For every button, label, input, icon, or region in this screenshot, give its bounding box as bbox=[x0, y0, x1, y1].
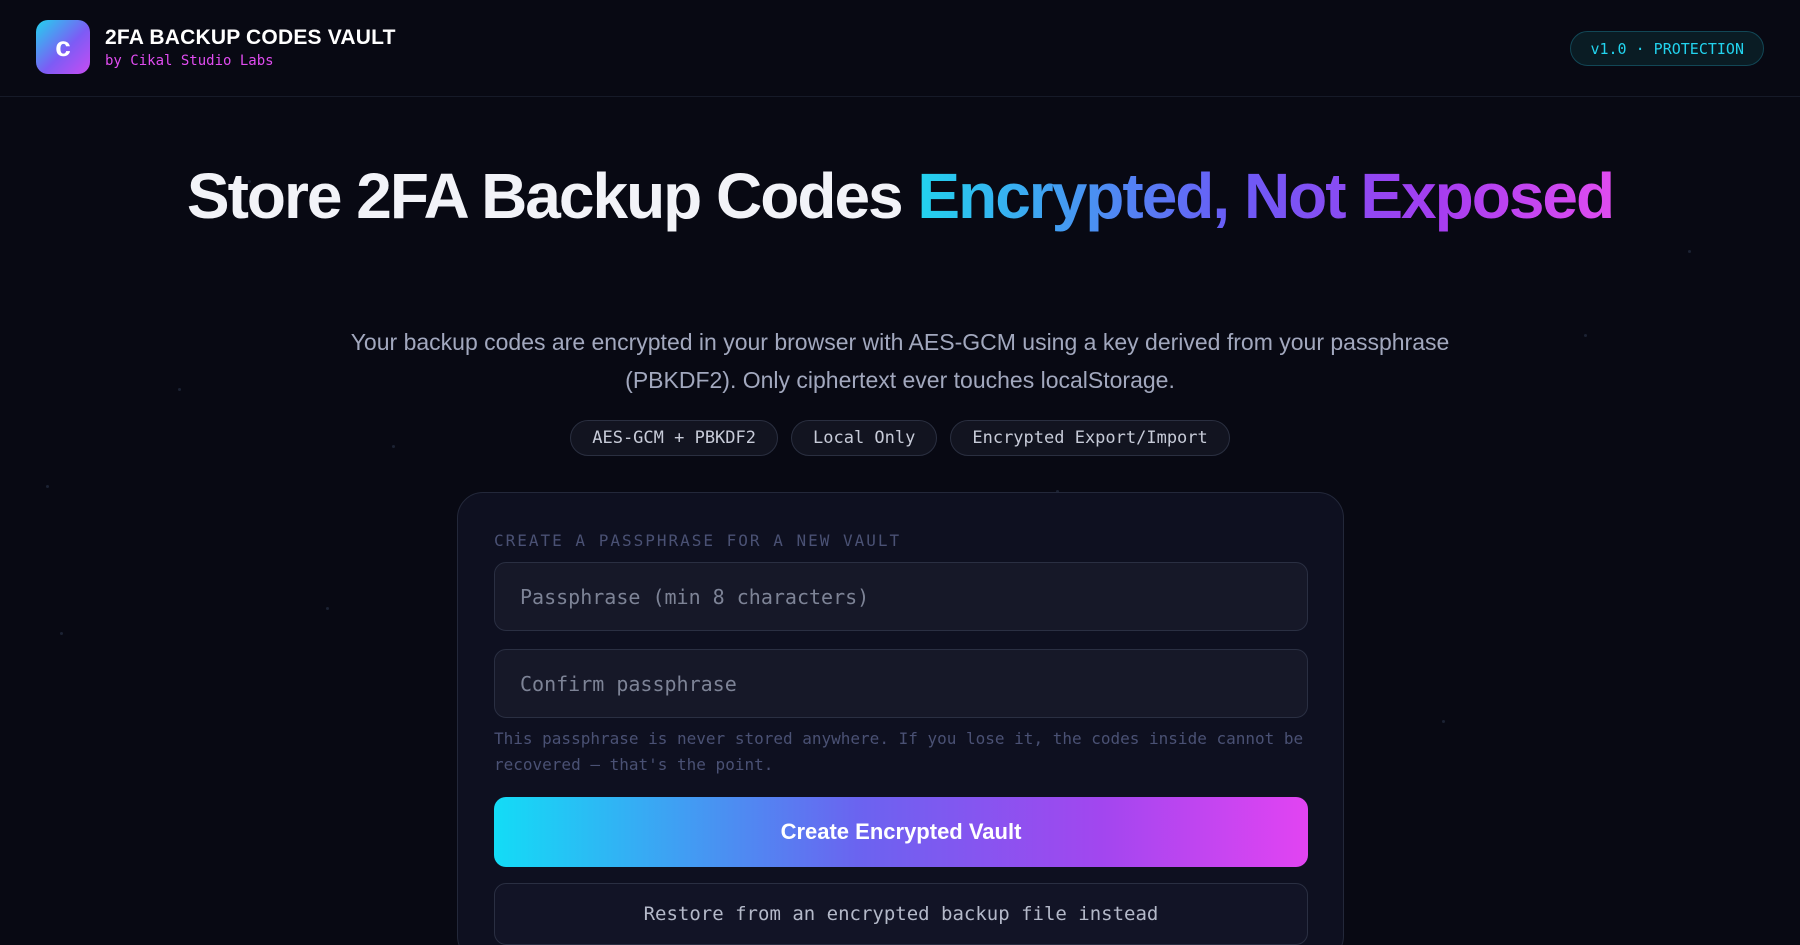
hero-description: Your backup codes are encrypted in your … bbox=[350, 329, 1450, 393]
top-bar: c 2FA BACKUP CODES VAULT by Cikal Studio… bbox=[0, 0, 1800, 97]
feature-chips: AES-GCM + PBKDF2 Local Only Encrypted Ex… bbox=[0, 420, 1800, 456]
hero-title-plain: Store 2FA Backup Codes bbox=[186, 160, 918, 232]
restore-backup-button[interactable]: Restore from an encrypted backup file in… bbox=[494, 883, 1308, 945]
hero-title-highlight: Encrypted, Not Exposed bbox=[917, 160, 1615, 232]
section-label: CREATE A PASSPHRASE FOR A NEW VAULT bbox=[494, 531, 902, 550]
app-subtitle: by Cikal Studio Labs bbox=[105, 53, 274, 69]
confirm-passphrase-input[interactable] bbox=[494, 649, 1308, 718]
version-badge: v1.0 · PROTECTION bbox=[1570, 31, 1764, 66]
chip-encrypted-export: Encrypted Export/Import bbox=[950, 420, 1230, 456]
vault-setup-card: CREATE A PASSPHRASE FOR A NEW VAULT This… bbox=[457, 492, 1344, 945]
app-title: 2FA BACKUP CODES VAULT bbox=[105, 26, 396, 49]
passphrase-hint: This passphrase is never stored anywhere… bbox=[494, 729, 1304, 774]
chip-aes-gcm: AES-GCM + PBKDF2 bbox=[570, 420, 778, 456]
chip-local-only: Local Only bbox=[791, 420, 938, 456]
create-vault-button[interactable]: Create Encrypted Vault bbox=[494, 797, 1308, 867]
app-logo-icon: c bbox=[36, 20, 90, 74]
passphrase-input[interactable] bbox=[494, 562, 1308, 631]
hero-title: Store 2FA Backup Codes Encrypted, Not Ex… bbox=[0, 158, 1800, 234]
